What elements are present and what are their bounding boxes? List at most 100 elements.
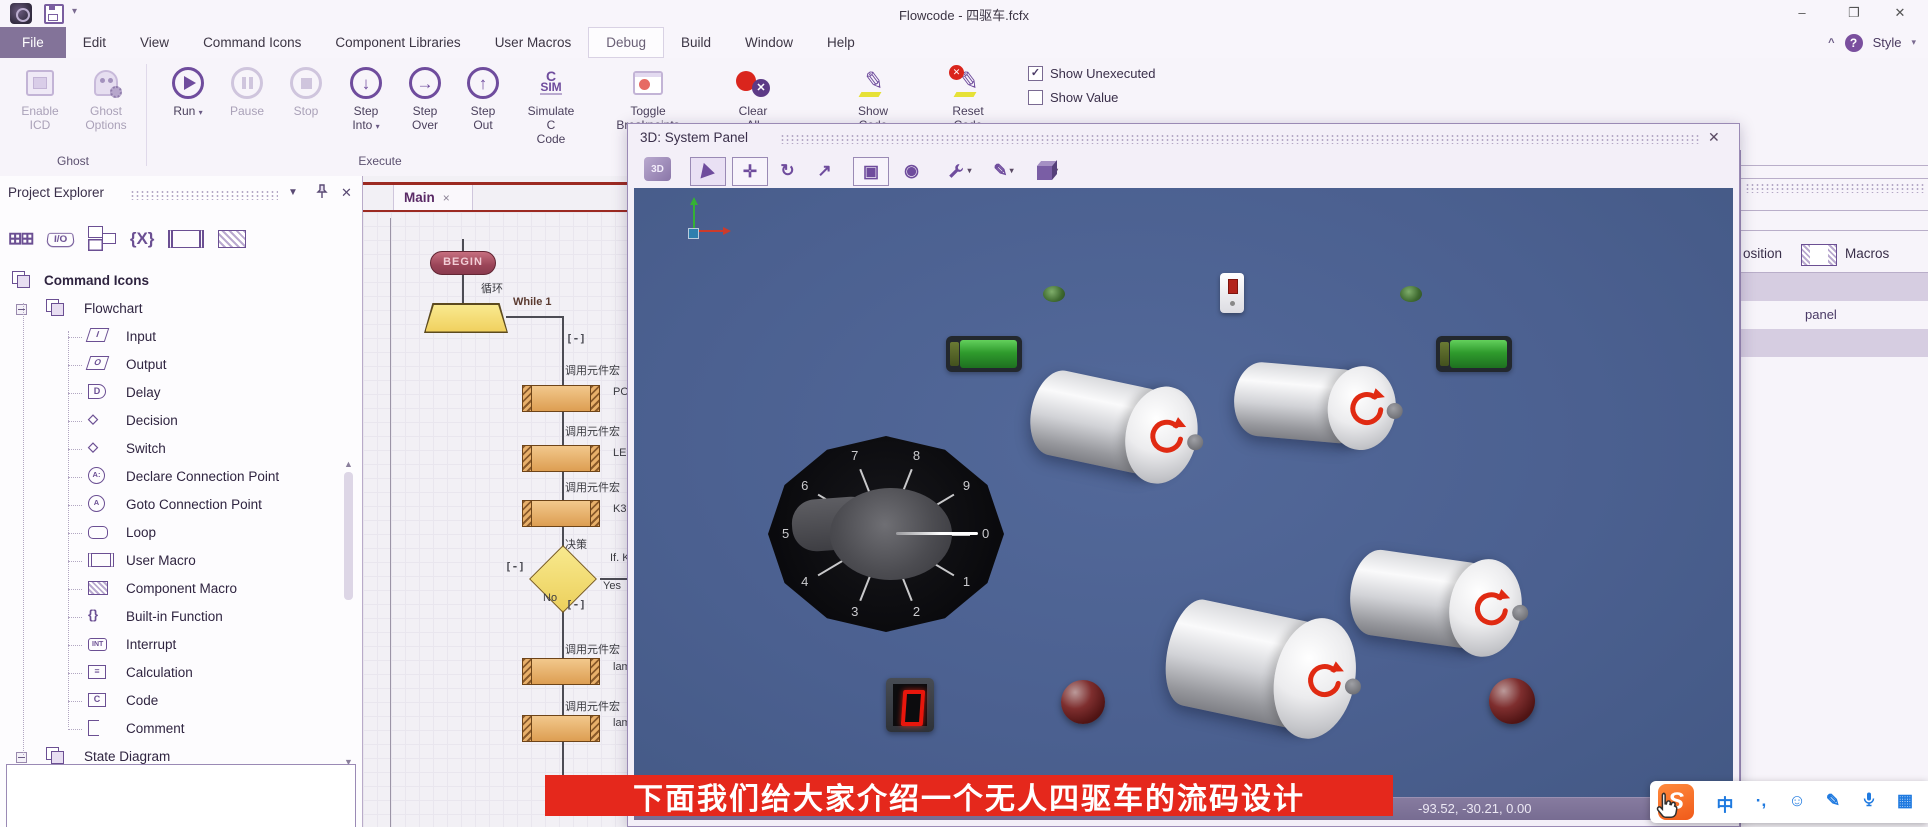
tree-item-component-macro[interactable]: Component Macro <box>0 575 340 603</box>
led-component[interactable] <box>1043 286 1065 302</box>
table-row[interactable]: panel <box>1741 301 1928 329</box>
enable-icd-button[interactable]: Enable ICD <box>9 62 71 132</box>
scrollbar-thumb[interactable] <box>344 472 353 600</box>
help-icon[interactable]: ? <box>1845 34 1863 52</box>
component-macro-toolbar-icon[interactable] <box>218 230 246 248</box>
reset-code-button[interactable]: ✎Reset Code <box>917 62 1019 132</box>
tab-close-icon[interactable]: × <box>443 191 450 205</box>
visibility-icon[interactable]: ◉ <box>898 157 925 184</box>
simulate-c-code-button[interactable]: CSIMSimulate C Code <box>507 62 595 146</box>
tree-item-comment[interactable]: Comment <box>0 715 340 743</box>
close-button[interactable]: ✕ <box>1880 0 1920 26</box>
panel-menu-caret-icon[interactable]: ▼ <box>288 187 298 198</box>
ghost-options-button[interactable]: Ghost Options <box>68 62 144 132</box>
paint-icon[interactable]: ✎▾ <box>990 157 1017 184</box>
scroll-up-icon[interactable]: ▲ <box>344 459 353 469</box>
menu-debug[interactable]: Debug <box>588 27 664 58</box>
wheel-component[interactable] <box>1489 678 1535 724</box>
quick-access-caret-icon[interactable]: ▾ <box>72 6 77 17</box>
tree-item-code[interactable]: CCode <box>0 687 340 715</box>
tools-icon[interactable]: ▾ <box>946 157 973 184</box>
tree-item-built-in-function[interactable]: {}Built-in Function <box>0 603 340 631</box>
switch-component[interactable] <box>1220 273 1244 313</box>
show-code-button[interactable]: ✎Show Code <box>827 62 919 132</box>
flow-component-macro-node[interactable] <box>522 385 600 412</box>
scale-icon[interactable]: ↗ <box>811 157 838 184</box>
dc-motor-component[interactable] <box>1344 541 1528 662</box>
frame-icon[interactable]: ▣ <box>853 157 889 186</box>
orbit-icon[interactable]: ↻ <box>774 157 801 184</box>
3d-window-titlebar[interactable]: 3D: System Panel ✕ <box>628 124 1739 154</box>
seven-segment-display[interactable] <box>886 678 934 732</box>
tree-item-calculation[interactable]: ≡Calculation <box>0 659 340 687</box>
style-caret-icon[interactable]: ▾ <box>1911 37 1916 48</box>
panel-close-icon[interactable]: ✕ <box>341 185 352 201</box>
flow-loop-node[interactable] <box>424 303 508 333</box>
save-icon[interactable] <box>44 4 64 24</box>
checkbox-icon[interactable]: ✓ <box>1028 66 1043 81</box>
keyboard-icon[interactable]: ▦ <box>1892 791 1918 811</box>
checkbox-show-unexecuted[interactable]: ✓Show Unexecuted <box>1028 66 1156 81</box>
step-into-button[interactable]: ↓Step Into ▾ <box>338 62 394 134</box>
step-out-button[interactable]: ↑Step Out <box>458 62 508 132</box>
battery-component[interactable] <box>1436 336 1512 372</box>
collapse-expander-icon[interactable] <box>16 304 27 315</box>
collapse-marker[interactable]: [-] <box>505 560 525 573</box>
tree-item-decision[interactable]: ◇Decision <box>0 407 340 435</box>
battery-component[interactable] <box>946 336 1022 372</box>
collapse-expander-icon[interactable] <box>16 752 27 763</box>
rotary-dial-component[interactable]: 0123456789 <box>768 436 1004 632</box>
tree-item-declare-connection-point[interactable]: A:Declare Connection Point <box>0 463 340 491</box>
microphone-icon[interactable] <box>1856 791 1882 814</box>
menu-component-libraries[interactable]: Component Libraries <box>318 27 477 58</box>
flow-component-macro-node[interactable] <box>522 658 600 685</box>
window-components-icon[interactable] <box>88 226 116 252</box>
3d-window-drag-handle[interactable] <box>780 134 1700 144</box>
flow-decision-node[interactable] <box>525 553 601 605</box>
flow-component-macro-node[interactable] <box>522 715 600 742</box>
right-panel-drag-handle[interactable] <box>1745 183 1925 193</box>
panel-drag-handle[interactable] <box>130 190 278 200</box>
tree-group-flowchart[interactable]: Flowchart <box>0 295 340 323</box>
dc-motor-component[interactable] <box>1231 355 1400 453</box>
collapse-ribbon-icon[interactable]: ^ <box>1828 37 1834 49</box>
menu-view[interactable]: View <box>123 27 186 58</box>
checkbox-show-value[interactable]: Show Value <box>1028 90 1156 105</box>
table-row[interactable] <box>1741 273 1928 301</box>
tree-item-delay[interactable]: DDelay <box>0 379 340 407</box>
dashboard-components-icon[interactable]: ⊞⊞ <box>8 229 33 249</box>
checkbox-icon[interactable] <box>1028 90 1043 105</box>
collapse-marker[interactable]: [-] <box>566 598 586 611</box>
menu-user-macros[interactable]: User Macros <box>478 27 589 58</box>
flow-begin-node[interactable]: BEGIN <box>430 251 496 275</box>
expression-icon[interactable]: {X} <box>130 229 155 249</box>
chinese-mode-icon[interactable]: 中 <box>1712 791 1738 816</box>
menu-command-icons[interactable]: Command Icons <box>186 27 318 58</box>
menu-window[interactable]: Window <box>728 27 810 58</box>
user-macro-toolbar-icon[interactable] <box>168 230 204 248</box>
io-components-icon[interactable]: I/O <box>45 232 75 246</box>
toggle-breakpoints-button[interactable]: Toggle Breakpoints <box>600 62 696 132</box>
collapse-marker[interactable]: [-] <box>566 332 586 345</box>
tree-item-interrupt[interactable]: INTInterrupt <box>0 631 340 659</box>
restore-button[interactable]: ❐ <box>1834 0 1874 26</box>
menu-edit[interactable]: Edit <box>66 27 123 58</box>
pause-button[interactable]: Pause <box>219 62 275 118</box>
step-over-button[interactable]: →Step Over <box>399 62 451 132</box>
pan-icon[interactable]: ✛ <box>732 157 768 186</box>
run-button[interactable]: Run ▾ <box>162 62 214 120</box>
tree-root-command-icons[interactable]: Command Icons <box>0 267 340 295</box>
led-component[interactable] <box>1400 286 1422 302</box>
punctuation-icon[interactable]: ·, <box>1748 791 1774 811</box>
solid-render-icon[interactable]: ▾ <box>1034 157 1061 184</box>
tree-item-switch[interactable]: ◇Switch <box>0 435 340 463</box>
tree-item-input[interactable]: IInput <box>0 323 340 351</box>
flow-component-macro-node[interactable] <box>522 445 600 472</box>
3d-window-close-icon[interactable]: ✕ <box>1708 129 1720 146</box>
dc-motor-component[interactable] <box>1022 360 1207 491</box>
menu-file[interactable]: File <box>0 27 66 58</box>
emoji-icon[interactable]: ☺ <box>1784 791 1810 811</box>
tree-item-loop[interactable]: Loop <box>0 519 340 547</box>
tab-main[interactable]: Main× <box>393 185 473 210</box>
tree-item-output[interactable]: OOutput <box>0 351 340 379</box>
